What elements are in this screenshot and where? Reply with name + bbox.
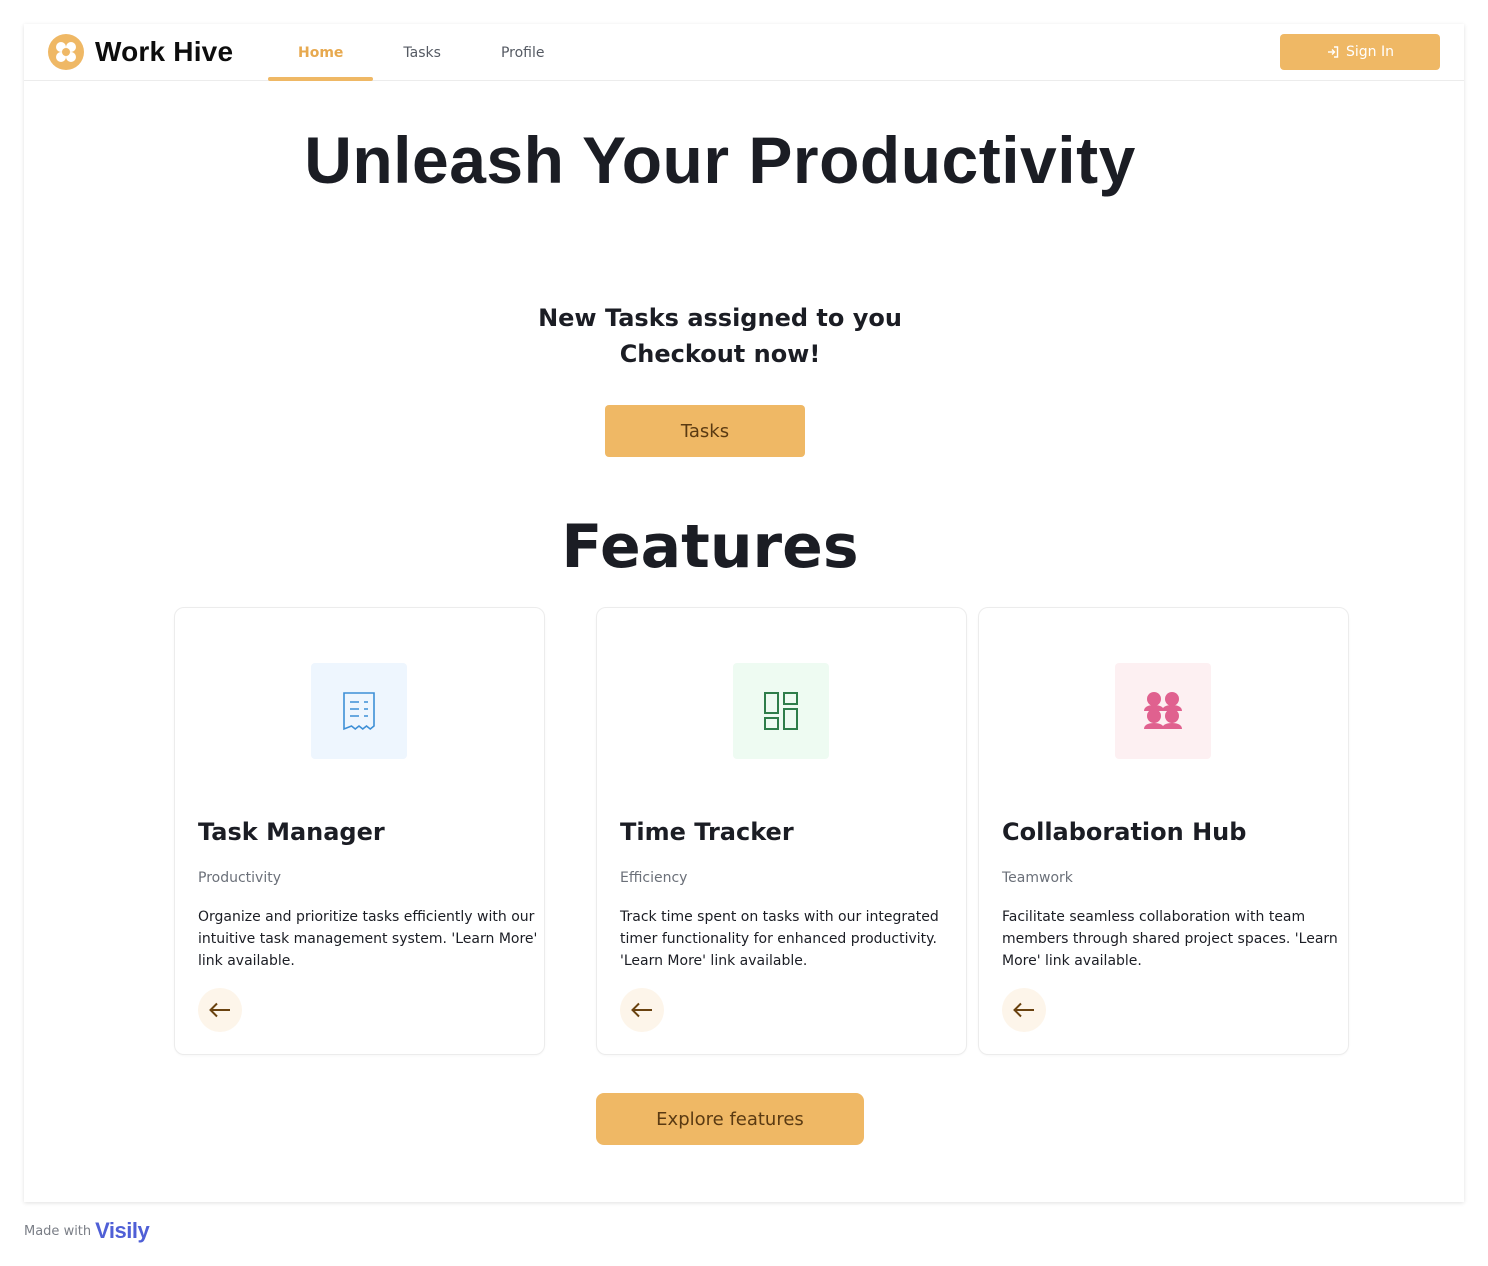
work-hive-logo-icon [48,34,84,70]
learn-more-button[interactable] [198,988,242,1032]
learn-more-button[interactable] [1002,988,1046,1032]
promo-line-1: New Tasks assigned to you [538,304,902,332]
tab-home[interactable]: Home [268,24,374,81]
logo[interactable]: Work Hive [48,34,233,70]
feature-card-time-tracker: Time Tracker Efficiency Track time spent… [596,607,967,1055]
sign-in-icon [1328,46,1339,58]
card-description: Track time spent on tasks with our integ… [620,909,939,969]
card-category: Productivity [198,870,281,886]
app-name: Work Hive [95,36,234,67]
feature-card-collaboration-hub: Collaboration Hub Teamwork Facilitate se… [978,607,1349,1055]
sign-in-button[interactable]: Sign In [1280,34,1440,70]
arrow-left-icon [631,1002,652,1018]
card-category: Teamwork [1002,870,1073,886]
app-frame: Work Hive Home Tasks Profile Sign In Unl… [24,24,1464,1202]
promo-text: New Tasks assigned to you Checkout now! [24,300,1416,372]
card-title: Collaboration Hub [1002,818,1247,846]
hero-title: Unleash Your Productivity [304,123,1136,197]
card-description: Facilitate seamless collaboration with t… [1002,909,1338,969]
dashboard-icon [733,663,829,759]
card-category: Efficiency [620,870,688,886]
tasks-button[interactable]: Tasks [605,405,805,457]
sign-in-label: Sign In [1346,44,1394,60]
tab-tasks[interactable]: Tasks [373,24,471,81]
card-title: Task Manager [198,818,385,846]
card-title: Time Tracker [620,818,794,846]
feature-card-task-manager: Task Manager Productivity Organize and p… [174,607,545,1055]
arrow-left-icon [1013,1002,1034,1018]
made-with-label: Made with [24,1223,92,1239]
visily-logo: Visily [95,1218,150,1243]
made-with-visily-badge[interactable]: Made with Visily [24,1218,150,1244]
arrow-left-icon [209,1002,230,1018]
card-description: Organize and prioritize tasks efficientl… [198,909,538,969]
learn-more-button[interactable] [620,988,664,1032]
explore-features-button[interactable]: Explore features [596,1093,864,1145]
promo-line-2: Checkout now! [619,340,821,368]
features-title: Features [561,512,859,582]
tab-profile[interactable]: Profile [471,24,575,81]
receipt-icon [311,663,407,759]
team-icon [1115,663,1211,759]
top-header: Work Hive Home Tasks Profile Sign In [24,24,1464,81]
main-nav: Home Tasks Profile [268,24,574,81]
